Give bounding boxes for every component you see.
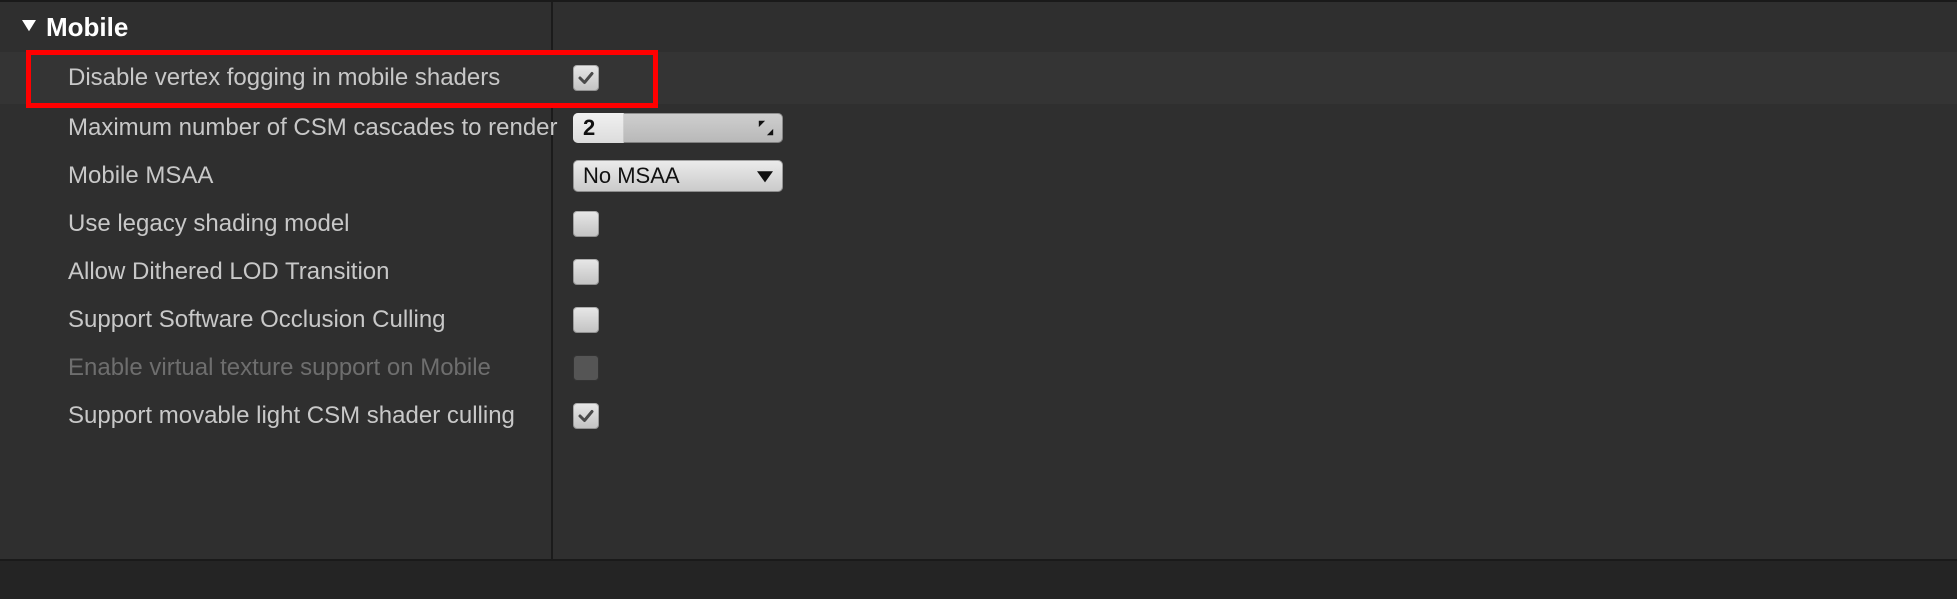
property-label: Support Software Occlusion Culling bbox=[68, 306, 446, 334]
checkbox-disable-vertex-fogging[interactable] bbox=[573, 65, 599, 91]
label-cell: Use legacy shading model bbox=[0, 200, 551, 248]
row-mobile-msaa: Mobile MSAA No MSAA bbox=[0, 152, 1957, 200]
caret-down-icon bbox=[757, 168, 773, 184]
dropdown-selected: No MSAA bbox=[583, 163, 680, 189]
property-label: Maximum number of CSM cascades to render bbox=[68, 114, 558, 142]
value-cell: 2 bbox=[551, 104, 783, 152]
checkbox-dithered-lod[interactable] bbox=[573, 259, 599, 285]
section-title: Mobile bbox=[46, 12, 128, 43]
checkbox-legacy-shading[interactable] bbox=[573, 211, 599, 237]
settings-panel: Mobile Disable vertex fogging in mobile … bbox=[0, 0, 1957, 599]
value-cell bbox=[551, 248, 599, 296]
spinner-value: 2 bbox=[573, 115, 595, 141]
label-cell: Support Software Occlusion Culling bbox=[0, 296, 551, 344]
property-label: Support movable light CSM shader culling bbox=[68, 402, 515, 430]
checkmark-icon bbox=[577, 69, 595, 87]
spinner-max-csm-cascades[interactable]: 2 bbox=[573, 113, 783, 143]
row-movable-csm-culling: Support movable light CSM shader culling bbox=[0, 392, 1957, 440]
row-legacy-shading: Use legacy shading model bbox=[0, 200, 1957, 248]
label-cell: Mobile MSAA bbox=[0, 152, 551, 200]
label-cell: Maximum number of CSM cascades to render bbox=[0, 104, 551, 152]
value-cell bbox=[551, 392, 599, 440]
value-cell bbox=[551, 344, 599, 392]
property-label: Disable vertex fogging in mobile shaders bbox=[68, 64, 500, 92]
value-cell bbox=[551, 296, 599, 344]
expand-triangle-icon[interactable] bbox=[22, 20, 36, 34]
label-cell: Support movable light CSM shader culling bbox=[0, 392, 551, 440]
row-dithered-lod: Allow Dithered LOD Transition bbox=[0, 248, 1957, 296]
property-label: Use legacy shading model bbox=[68, 210, 350, 238]
panel-bottom-gap bbox=[0, 559, 1957, 599]
property-label: Enable virtual texture support on Mobile bbox=[68, 354, 491, 382]
row-sw-occlusion: Support Software Occlusion Culling bbox=[0, 296, 1957, 344]
checkbox-sw-occlusion[interactable] bbox=[573, 307, 599, 333]
row-virtual-texture: Enable virtual texture support on Mobile bbox=[0, 344, 1957, 392]
label-cell: Disable vertex fogging in mobile shaders bbox=[0, 52, 551, 104]
drag-handle-icon bbox=[757, 119, 775, 137]
value-cell bbox=[551, 200, 599, 248]
checkbox-virtual-texture bbox=[573, 355, 599, 381]
row-max-csm-cascades: Maximum number of CSM cascades to render… bbox=[0, 104, 1957, 152]
checkmark-icon bbox=[577, 407, 595, 425]
property-rows: Disable vertex fogging in mobile shaders… bbox=[0, 52, 1957, 440]
property-label: Allow Dithered LOD Transition bbox=[68, 258, 389, 286]
section-header-mobile[interactable]: Mobile bbox=[0, 2, 1957, 52]
checkbox-movable-csm-culling[interactable] bbox=[573, 403, 599, 429]
property-label: Mobile MSAA bbox=[68, 162, 213, 190]
label-cell: Enable virtual texture support on Mobile bbox=[0, 344, 551, 392]
value-cell: No MSAA bbox=[551, 152, 783, 200]
value-cell bbox=[551, 52, 599, 104]
row-disable-vertex-fogging: Disable vertex fogging in mobile shaders bbox=[0, 52, 1957, 104]
dropdown-mobile-msaa[interactable]: No MSAA bbox=[573, 160, 783, 192]
label-cell: Allow Dithered LOD Transition bbox=[0, 248, 551, 296]
